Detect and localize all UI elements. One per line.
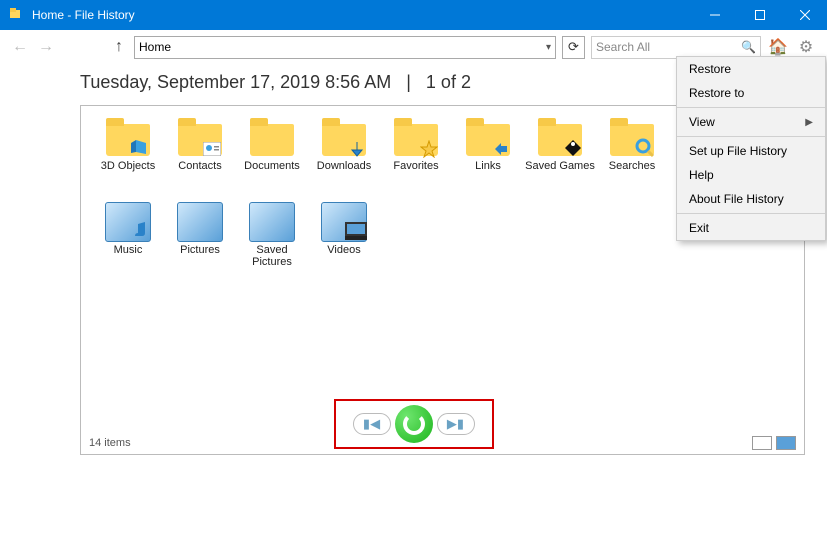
item-label: Saved Pictures [237,244,307,268]
menu-exit[interactable]: Exit [677,216,825,240]
folder-icon [321,202,367,242]
folder-icon [105,202,151,242]
folder-item[interactable]: Searches [597,118,667,200]
folder-item[interactable]: Downloads [309,118,379,200]
item-label: Favorites [393,160,438,172]
page-indicator: 1 of 2 [426,72,471,92]
folder-item[interactable]: Saved Games [525,118,595,200]
restore-button[interactable] [395,405,433,443]
item-label: Saved Games [525,160,595,172]
folder-icon [177,202,223,242]
item-label: Links [475,160,501,172]
folder-item[interactable]: Documents [237,118,307,200]
menu-setup[interactable]: Set up File History [677,139,825,163]
menu-help[interactable]: Help [677,163,825,187]
item-label: Videos [327,244,360,256]
folder-item[interactable]: Saved Pictures [237,202,307,284]
refresh-button[interactable]: ⟳ [562,36,585,59]
item-label: Searches [609,160,655,172]
folder-item[interactable]: Videos [309,202,379,284]
folder-icon [177,118,223,158]
version-timestamp: Tuesday, September 17, 2019 8:56 AM [80,72,391,92]
folder-item[interactable]: Favorites [381,118,451,200]
item-label: Music [114,244,143,256]
item-label: Downloads [317,160,371,172]
menu-separator [677,213,825,214]
item-label: Contacts [178,160,221,172]
version-controls: ▮◀ ▶▮ [334,399,494,449]
folder-icon [249,202,295,242]
minimize-button[interactable] [692,0,737,30]
folder-item[interactable]: Contacts [165,118,235,200]
menu-restore[interactable]: Restore [677,57,825,81]
menu-view[interactable]: View▶ [677,110,825,134]
titlebar: Home - File History [0,0,827,30]
home-icon[interactable]: 🏠 [767,36,789,58]
window-title: Home - File History [32,8,692,22]
back-button[interactable]: ← [10,37,30,57]
folder-item[interactable]: Pictures [165,202,235,284]
search-icon: 🔍 [741,40,756,54]
close-button[interactable] [782,0,827,30]
previous-version-button[interactable]: ▮◀ [353,413,391,435]
folder-icon [249,118,295,158]
item-label: 3D Objects [101,160,155,172]
menu-about[interactable]: About File History [677,187,825,211]
view-icons-button[interactable] [776,436,796,450]
settings-menu: Restore Restore to View▶ Set up File His… [676,56,826,241]
menu-separator [677,136,825,137]
folder-icon [321,118,367,158]
search-placeholder: Search All [596,40,650,54]
gear-icon[interactable]: ⚙ [795,36,817,58]
next-version-button[interactable]: ▶▮ [437,413,475,435]
address-bar[interactable]: Home ▾ [134,36,556,59]
maximize-button[interactable] [737,0,782,30]
menu-restore-to[interactable]: Restore to [677,81,825,105]
up-button[interactable]: ↑ [110,38,128,56]
chevron-right-icon: ▶ [805,117,813,128]
item-count: 14 items [89,437,131,449]
folder-item[interactable]: Links [453,118,523,200]
app-icon [8,6,24,25]
folder-icon [393,118,439,158]
folder-icon [609,118,655,158]
folder-icon [537,118,583,158]
folder-item[interactable]: 3D Objects [93,118,163,200]
folder-icon [465,118,511,158]
folder-icon [105,118,151,158]
view-details-button[interactable] [752,436,772,450]
forward-button[interactable]: → [36,37,56,57]
item-label: Pictures [180,244,220,256]
chevron-down-icon[interactable]: ▾ [546,42,551,53]
menu-separator [677,107,825,108]
folder-item[interactable]: Music [93,202,163,284]
item-label: Documents [244,160,300,172]
address-text: Home [139,40,171,54]
